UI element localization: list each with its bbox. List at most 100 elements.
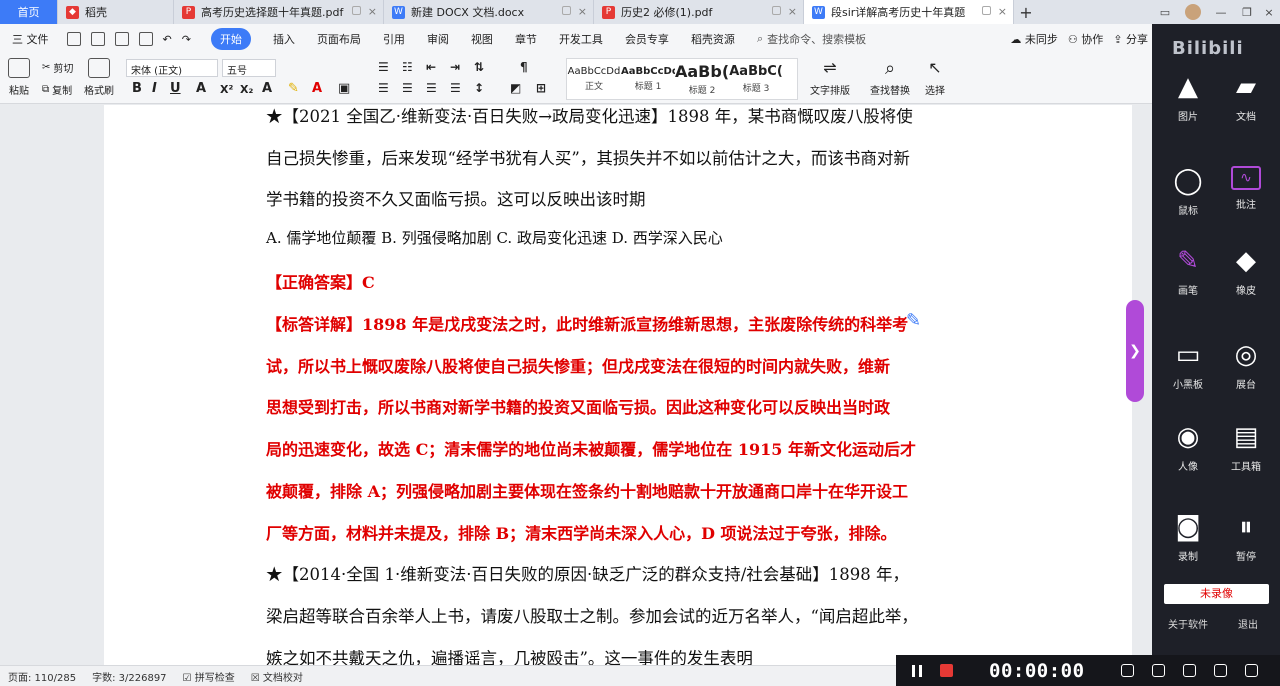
- word-count[interactable]: 字数: 3/226897: [92, 669, 166, 684]
- underline-icon[interactable]: U: [170, 81, 181, 96]
- document-page[interactable]: ★【2021 全国乙·维新变法·百日失败→政局变化迅速】1898 年，某书商慨叹…: [104, 105, 1132, 665]
- tab-references[interactable]: 引用: [383, 31, 405, 47]
- tab-home[interactable]: 首页: [0, 0, 58, 24]
- spellcheck-toggle[interactable]: ☑ 拼写检查: [183, 669, 235, 684]
- select-button[interactable]: ↖ 选择: [924, 58, 946, 97]
- sort-icon[interactable]: ⇅: [474, 60, 484, 74]
- proofread-toggle[interactable]: ☒ 文档校对: [251, 669, 303, 684]
- panel-mouse-button[interactable]: ◯ 鼠标: [1158, 166, 1218, 217]
- exit-link[interactable]: 退出: [1238, 616, 1258, 631]
- strikethrough-icon[interactable]: A: [196, 81, 206, 96]
- tab-new-docx[interactable]: W 新建 DOCX 文档.docx ×: [384, 0, 594, 24]
- new-tab-button[interactable]: +: [1014, 0, 1038, 24]
- pin-icon[interactable]: [562, 6, 571, 15]
- align-center-icon[interactable]: ☰: [402, 81, 413, 95]
- style-heading-1[interactable]: AaBbCcDd 标题 1: [621, 59, 675, 99]
- outdent-icon[interactable]: ⇤: [426, 60, 436, 74]
- layout-icon[interactable]: ▭: [1154, 0, 1176, 24]
- superscript-icon[interactable]: X²: [220, 83, 233, 96]
- bold-icon[interactable]: B: [132, 81, 142, 96]
- tab-active-doc[interactable]: W 段sir详解高考历史十年真题 ×: [804, 0, 1014, 24]
- camera-icon[interactable]: [1151, 664, 1165, 677]
- file-menu[interactable]: 三 文件: [12, 31, 49, 47]
- tab-view[interactable]: 视图: [471, 31, 493, 47]
- italic-icon[interactable]: I: [152, 81, 157, 96]
- close-icon[interactable]: ×: [998, 5, 1007, 18]
- panel-brush-button[interactable]: ✎ 画笔: [1158, 246, 1218, 297]
- align-left-icon[interactable]: ☰: [378, 81, 389, 95]
- close-icon[interactable]: ×: [578, 5, 587, 18]
- tab-history-pdf[interactable]: P 历史2 必修(1).pdf ×: [594, 0, 804, 24]
- stop-icon[interactable]: [940, 664, 953, 677]
- export-icon[interactable]: [90, 32, 105, 46]
- borders-icon[interactable]: ⊞: [536, 81, 546, 95]
- close-icon[interactable]: ×: [368, 5, 377, 18]
- panel-eraser-button[interactable]: ◆ 橡皮: [1216, 246, 1276, 297]
- cut-button[interactable]: ✂ 剪切: [42, 60, 73, 75]
- undo-icon[interactable]: ↶: [163, 33, 172, 46]
- line-spacing-icon[interactable]: ↕: [474, 81, 484, 95]
- page-indicator[interactable]: 页面: 110/285: [8, 669, 76, 684]
- tab-pdf-exam[interactable]: P 高考历史选择题十年真题.pdf ×: [174, 0, 384, 24]
- panel-stand-button[interactable]: ◎ 展台: [1216, 340, 1276, 391]
- show-marks-icon[interactable]: ¶: [520, 60, 528, 74]
- panel-portrait-button[interactable]: ◉ 人像: [1158, 422, 1218, 473]
- redo-icon[interactable]: ↷: [182, 33, 191, 46]
- char-border-icon[interactable]: ▣: [338, 81, 350, 96]
- pin-icon[interactable]: [982, 6, 991, 15]
- timer-icon[interactable]: [1213, 664, 1227, 677]
- draw-icon[interactable]: [1182, 664, 1196, 677]
- more-icon[interactable]: [1244, 664, 1258, 677]
- close-icon[interactable]: ×: [788, 5, 797, 18]
- panel-annotation-button[interactable]: ∿ 批注: [1216, 166, 1276, 211]
- format-painter-button[interactable]: 格式刷: [84, 58, 114, 97]
- avatar[interactable]: [1182, 0, 1204, 24]
- tab-insert[interactable]: 插入: [273, 31, 295, 47]
- preview-icon[interactable]: [138, 32, 153, 46]
- bullet-list-icon[interactable]: ☰: [378, 60, 389, 74]
- font-name-select[interactable]: 宋体 (正文): [126, 59, 218, 77]
- text-effect-icon[interactable]: A: [262, 81, 272, 96]
- restore-icon[interactable]: ❐: [1236, 0, 1258, 24]
- tab-chapter[interactable]: 章节: [515, 31, 537, 47]
- style-heading-3[interactable]: AaBbC( 标题 3: [729, 59, 783, 99]
- sync-status[interactable]: ☁ 未同步: [1010, 31, 1058, 47]
- pin-icon[interactable]: [772, 6, 781, 15]
- document-area[interactable]: ★【2021 全国乙·维新变法·百日失败→政局变化迅速】1898 年，某书商慨叹…: [0, 105, 1152, 665]
- tab-review[interactable]: 审阅: [427, 31, 449, 47]
- screenshot-icon[interactable]: [1120, 664, 1134, 677]
- panel-toolbox-button[interactable]: ▤ 工具箱: [1216, 422, 1276, 473]
- shading-icon[interactable]: ◩: [510, 81, 521, 95]
- numbered-list-icon[interactable]: ☷: [402, 60, 413, 74]
- tab-member[interactable]: 会员专享: [625, 31, 669, 47]
- panel-document-button[interactable]: ▰ 文档: [1216, 72, 1276, 123]
- tab-page-layout[interactable]: 页面布局: [317, 31, 361, 47]
- about-software-link[interactable]: 关于软件: [1168, 616, 1208, 631]
- indent-icon[interactable]: ⇥: [450, 60, 460, 74]
- panel-blackboard-button[interactable]: ▭ 小黑板: [1158, 340, 1218, 391]
- paste-button[interactable]: 粘贴: [8, 58, 30, 97]
- tab-developer[interactable]: 开发工具: [559, 31, 603, 47]
- pin-icon[interactable]: [352, 6, 361, 15]
- pencil-icon[interactable]: ✎: [906, 310, 921, 331]
- panel-record-button[interactable]: ◙ 录制: [1158, 512, 1218, 563]
- subscript-icon[interactable]: X₂: [240, 83, 253, 96]
- find-replace-button[interactable]: ⌕ 查找替换: [870, 58, 910, 97]
- share-button[interactable]: ⇪ 分享: [1113, 31, 1148, 47]
- tab-docer-resources[interactable]: 稻壳资源: [691, 31, 735, 47]
- print-icon[interactable]: [114, 32, 129, 46]
- collab-button[interactable]: ⚇ 协作: [1068, 31, 1103, 47]
- copy-button[interactable]: ⧉ 复制: [42, 82, 72, 97]
- window-close-icon[interactable]: ×: [1258, 0, 1280, 24]
- align-right-icon[interactable]: ☰: [426, 81, 437, 95]
- justify-icon[interactable]: ☰: [450, 81, 461, 95]
- tab-docer[interactable]: ◆ 稻壳: [58, 0, 174, 24]
- panel-toggle-handle[interactable]: ❯: [1126, 300, 1144, 402]
- style-heading-2[interactable]: AaBb( 标题 2: [675, 59, 729, 99]
- font-color-icon[interactable]: A: [312, 81, 322, 96]
- panel-image-button[interactable]: ▲ 图片: [1158, 72, 1218, 123]
- tab-start[interactable]: 开始: [210, 28, 251, 50]
- highlight-icon[interactable]: ✎: [288, 81, 299, 96]
- minimize-icon[interactable]: —: [1210, 0, 1232, 24]
- save-icon[interactable]: [66, 32, 81, 46]
